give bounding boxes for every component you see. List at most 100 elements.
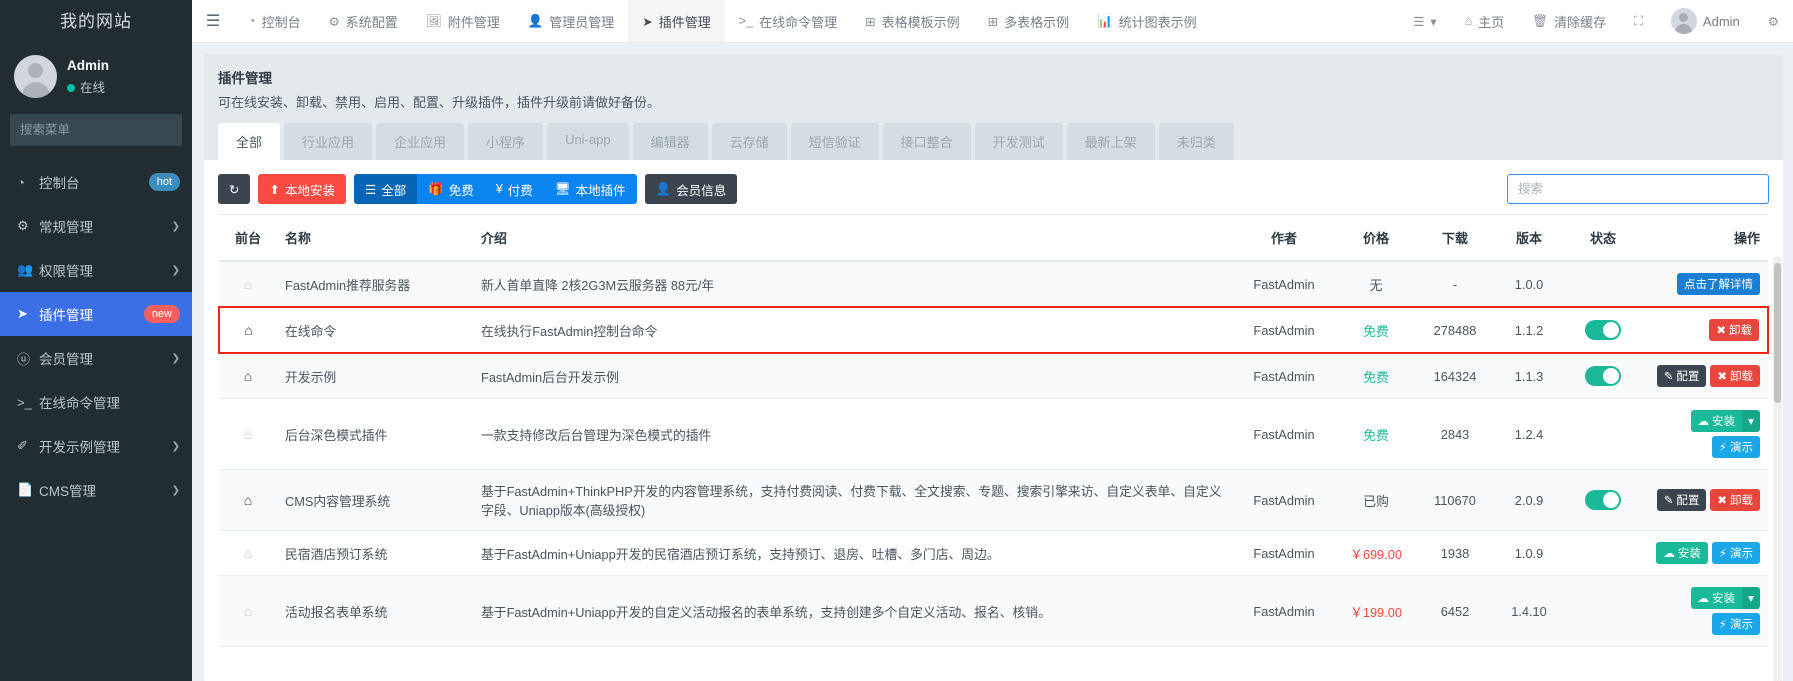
column-header-2: 介绍	[473, 214, 1232, 262]
status-toggle[interactable]	[1585, 490, 1621, 510]
sidebar-search[interactable]: 🔍	[10, 114, 192, 146]
filter-local-button[interactable]: 🖥 本地插件	[543, 174, 637, 204]
member-info-label: 会员信息	[676, 183, 727, 198]
nav-item-2[interactable]: 🖼 附件管理	[412, 0, 514, 42]
sidebar-item-1[interactable]: ⚙ 常规管理 ❯	[0, 204, 192, 248]
nav-right-item-3[interactable]: ⛶	[1620, 0, 1657, 42]
filter-free-button[interactable]: 🎁 免费	[417, 174, 485, 204]
tab-6[interactable]: 云存储	[711, 123, 787, 160]
action-button-0[interactable]: ☁ 安装	[1690, 410, 1742, 432]
sidebar-item-2[interactable]: 👥 权限管理 ❯	[0, 248, 192, 292]
tab-9[interactable]: 开发测试	[974, 123, 1063, 160]
nav-item-4[interactable]: ➤ 插件管理	[628, 0, 725, 42]
content-area: 插件管理 可在线安装、卸载、禁用、启用、配置、升级插件，插件升级前请做好备份。 …	[192, 43, 1793, 681]
sidebar-item-4[interactable]: ⓤ 会员管理 ❯	[0, 336, 192, 380]
tab-5[interactable]: 编辑器	[632, 123, 708, 160]
table-row[interactable]: ⌂ 在线命令 在线执行FastAdmin控制台命令 FastAdmin 免费 278488…	[218, 306, 1769, 354]
nav-item-6[interactable]: ⊞ 表格模板示例	[851, 0, 974, 42]
refresh-icon: ↻	[229, 182, 240, 197]
magic-icon: ✐	[17, 438, 28, 453]
home-icon[interactable]: ⌂	[244, 322, 252, 338]
sidebar-item-7[interactable]: 📄 CMS管理 ❯	[0, 468, 192, 512]
cell-front: ⌂	[219, 398, 277, 470]
chevron-down-icon[interactable]: ▾	[1742, 410, 1760, 432]
filter-paid-button[interactable]: ¥ 付费	[484, 174, 544, 204]
nav-item-label: 多表格示例	[1004, 14, 1070, 30]
member-info-button[interactable]: 👤 会员信息	[644, 174, 738, 204]
table-row[interactable]: ⌂ 活动报名表单系统 基于FastAdmin+Uniapp开发的自定义活动报名的表单…	[219, 575, 1768, 647]
home-icon[interactable]: ⌂	[244, 368, 252, 384]
action-button-0[interactable]: ✎ 配置	[1656, 365, 1707, 387]
filter-all-button[interactable]: ☰ 全部	[353, 174, 418, 204]
home-icon[interactable]: ⌂	[244, 426, 252, 442]
table-row[interactable]: ⌂ 民宿酒店预订系统 基于FastAdmin+Uniapp开发的民宿酒店预订系统，支…	[219, 530, 1768, 576]
tab-7[interactable]: 短信验证	[790, 123, 879, 160]
home-icon[interactable]: ⌂	[244, 545, 252, 561]
nav-item-3[interactable]: 👤 管理员管理	[514, 0, 629, 42]
nav-right-item-0[interactable]: ☰ ▾	[1399, 0, 1451, 42]
action-button-0[interactable]: ☁ 安装	[1656, 542, 1708, 564]
table-icon: ⊞	[987, 14, 999, 29]
search-menu-input[interactable]	[10, 123, 191, 137]
status-toggle[interactable]	[1585, 320, 1621, 340]
tab-3[interactable]: 小程序	[468, 123, 544, 160]
home-icon[interactable]: ⌂	[244, 492, 252, 508]
local-install-button[interactable]: ⬆ 本地安装	[258, 174, 346, 204]
action-button-1[interactable]: ⚡ 演示	[1711, 542, 1760, 564]
table-search-input[interactable]	[1507, 174, 1769, 204]
tab-4[interactable]: Uni-app	[547, 123, 629, 160]
user-circle-icon: ⓤ	[17, 351, 31, 367]
action-group: 点击了解详情	[1650, 273, 1760, 295]
nav-item-7[interactable]: ⊞ 多表格示例	[974, 0, 1084, 42]
vertical-scrollbar[interactable]	[1773, 257, 1782, 681]
sidebar-item-6[interactable]: ✐ 开发示例管理 ❯	[0, 424, 192, 468]
cell-status	[1564, 353, 1642, 399]
action-button-1[interactable]: ⚡ 演示	[1711, 436, 1760, 458]
sidebar-menu: ◔ 控制台 hot ⚙ 常规管理 ❯ 👥 权限管理 ❯ ➤ 插件管理 new ⓤ 会员管理 ❯ >_ 在线命令管…	[0, 160, 192, 512]
sidebar-badge: new	[143, 304, 180, 324]
chevron-down-icon[interactable]: ▾	[1742, 587, 1760, 609]
nav-right-item-1[interactable]: ⌂ 主页	[1451, 0, 1519, 42]
nav-right-item-4[interactable]: Admin	[1657, 0, 1754, 42]
scrollbar-thumb[interactable]	[1774, 263, 1781, 403]
nav-right-item-2[interactable]: 🗑 清除缓存	[1518, 0, 1620, 42]
cell-name: FastAdmin推荐服务器	[277, 261, 473, 308]
tab-8[interactable]: 接口整合	[882, 123, 971, 160]
action-button-1[interactable]: ✖ 卸载	[1710, 365, 1760, 387]
table-search-wrap	[1507, 174, 1769, 204]
action-button-0[interactable]: ✖ 卸载	[1709, 319, 1759, 341]
status-toggle[interactable]	[1585, 366, 1621, 386]
fullscreen-icon: ⛶	[1634, 13, 1643, 28]
tab-0[interactable]: 全部	[218, 123, 281, 160]
sidebar-item-3[interactable]: ➤ 插件管理 new	[0, 292, 192, 336]
sidebar-item-5[interactable]: >_ 在线命令管理	[0, 380, 192, 424]
action-icon: ✎	[1663, 495, 1674, 507]
table-row[interactable]: ⌂ 后台深色模式插件 一款支持修改后台管理为深色模式的插件 FastAdmin 免费 28…	[219, 398, 1768, 470]
nav-right-item-5[interactable]: ⚙	[1754, 0, 1793, 42]
refresh-button[interactable]: ↻	[218, 174, 251, 204]
sidebar-item-0[interactable]: ◔ 控制台 hot	[0, 160, 192, 204]
nav-item-5[interactable]: >_ 在线命令管理	[725, 0, 851, 42]
table-row[interactable]: ⌂ FastAdmin推荐服务器 新人首单直降 2核2G3M云服务器 88元/年 Fa…	[219, 261, 1768, 308]
table-row[interactable]: ⌂ CMS内容管理系统 基于FastAdmin+ThinkPHP开发的内容管理系统，…	[219, 469, 1768, 531]
action-button-1[interactable]: ✖ 卸载	[1710, 489, 1760, 511]
tab-11[interactable]: 未归类	[1158, 123, 1234, 160]
home-icon[interactable]: ⌂	[244, 276, 252, 292]
tab-1[interactable]: 行业应用	[284, 123, 373, 160]
tab-2[interactable]: 企业应用	[376, 123, 465, 160]
nav-item-0[interactable]: ◔ 控制台	[234, 0, 315, 42]
action-button-0[interactable]: 点击了解详情	[1677, 273, 1760, 295]
cell-price: 无	[1336, 261, 1416, 308]
action-button-1[interactable]: ⚡ 演示	[1711, 613, 1760, 635]
nav-item-1[interactable]: ⚙ 系统配置	[315, 0, 412, 42]
tab-10[interactable]: 最新上架	[1066, 123, 1155, 160]
action-button-0[interactable]: ✎ 配置	[1656, 489, 1707, 511]
table-row[interactable]: ⌂ 开发示例 FastAdmin后台开发示例 FastAdmin 免费 164324 1.1…	[219, 353, 1768, 399]
home-icon[interactable]: ⌂	[244, 603, 252, 619]
cell-name: 民宿酒店预订系统	[277, 530, 473, 576]
cell-price: 已购	[1336, 469, 1416, 531]
action-icon: ⚡	[1718, 619, 1727, 631]
hamburger-icon[interactable]: ☰	[192, 0, 234, 42]
action-button-0[interactable]: ☁ 安装	[1690, 587, 1742, 609]
nav-item-8[interactable]: 📊 统计图表示例	[1083, 0, 1211, 42]
